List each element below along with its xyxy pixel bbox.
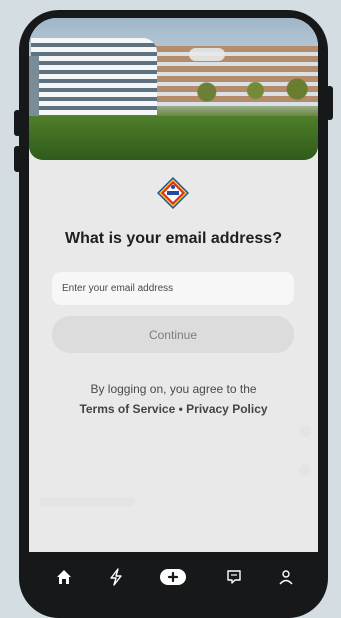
organization-logo-icon (157, 177, 189, 209)
email-input[interactable] (52, 272, 294, 305)
legal-links: Terms of Service • Privacy Policy (29, 399, 318, 419)
phone-frame: What is your email address? Continue By … (14, 10, 333, 618)
lightning-icon[interactable] (105, 566, 127, 588)
link-separator: • (178, 402, 183, 416)
bottom-navigation-bar (29, 552, 318, 602)
page-title: What is your email address? (65, 230, 282, 247)
volume-up-button (14, 110, 21, 136)
message-icon[interactable] (223, 566, 245, 588)
main-building (31, 38, 157, 126)
privacy-policy-link[interactable]: Privacy Policy (186, 402, 267, 416)
faded-content-placeholder (299, 464, 311, 476)
lawn (29, 116, 318, 160)
continue-button[interactable]: Continue (52, 316, 294, 353)
faded-content-placeholder (39, 497, 135, 507)
app-screen: What is your email address? Continue By … (29, 18, 318, 552)
faded-content-placeholder (299, 425, 311, 437)
campus-building-image (29, 18, 318, 160)
terms-of-service-link[interactable]: Terms of Service (79, 402, 175, 416)
trees (179, 74, 318, 104)
volume-down-button (14, 146, 21, 172)
terms-agreement: By logging on, you agree to the Terms of… (29, 379, 318, 419)
profile-icon[interactable] (275, 566, 297, 588)
home-icon[interactable] (53, 566, 75, 588)
add-icon[interactable] (159, 566, 187, 588)
agree-text: By logging on, you agree to the (90, 382, 257, 396)
camera-notch (189, 48, 225, 61)
power-button (326, 86, 333, 120)
